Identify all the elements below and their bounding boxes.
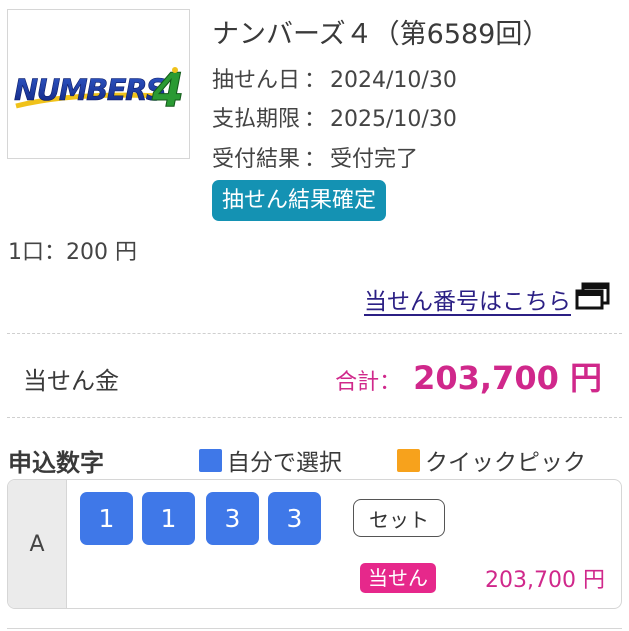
status-badge: 抽せん結果確定 — [212, 180, 387, 221]
separator: ： — [304, 107, 327, 132]
bet-type-badge: セット — [353, 499, 445, 537]
separator: ： — [304, 68, 327, 93]
payment-deadline-row: 支払期限： 2025/10/30 — [212, 101, 457, 133]
winning-numbers-link-label: 当せん番号はこちら — [364, 289, 571, 315]
divider — [7, 628, 622, 629]
legend-quick-pick-label: クイックピック — [425, 450, 586, 476]
numbers4-logo-icon: NUMBERS 4 — [14, 63, 185, 118]
separator: ： — [304, 147, 327, 172]
lottery-title: ナンバーズ４（第6589回） — [212, 19, 550, 50]
selected-digit: 3 — [206, 492, 259, 545]
divider — [7, 417, 622, 418]
prize-total: 合計： 203,700 円 — [335, 353, 602, 399]
legend-self-select: 自分で選択 — [199, 443, 342, 477]
selected-digit: 1 — [80, 492, 133, 545]
logo-digit: 4 — [151, 63, 184, 117]
prize-total-amount: 203,700 円 — [413, 359, 602, 397]
draw-date-label: 抽せん日 — [212, 68, 301, 93]
quick-pick-color-square-icon — [397, 448, 420, 472]
prize-label: 当せん金 — [23, 367, 119, 395]
reception-result-label: 受付結果 — [212, 147, 301, 172]
application-title: 申込数字 — [8, 449, 104, 477]
prize-total-label: 合計： — [335, 370, 402, 395]
draw-date-value: 2024/10/30 — [330, 68, 457, 93]
legend-quick-pick: クイックピック — [397, 443, 586, 477]
payment-deadline-value: 2025/10/30 — [330, 107, 457, 132]
reception-result-value: 受付完了 — [330, 147, 419, 172]
win-amount: 203,700 円 — [485, 568, 605, 593]
entry-row-label: A — [8, 480, 67, 608]
selected-digit: 1 — [142, 492, 195, 545]
divider — [7, 333, 622, 334]
self-select-color-square-icon — [199, 448, 222, 472]
winning-numbers-link[interactable]: 当せん番号はこちら — [364, 282, 611, 316]
logo-text: NUMBERS — [14, 73, 166, 107]
external-window-icon — [575, 282, 611, 316]
entry-row-a: A 1 1 3 3 セット 当せん 203,700 円 — [7, 479, 622, 609]
payment-deadline-label: 支払期限 — [212, 107, 301, 132]
selected-digit: 3 — [268, 492, 321, 545]
draw-date-row: 抽せん日： 2024/10/30 — [212, 62, 457, 94]
reception-result-row: 受付結果：受付完了 — [212, 141, 418, 173]
legend-self-select-label: 自分で選択 — [227, 450, 342, 476]
numbers4-logo: NUMBERS 4 — [7, 9, 190, 159]
win-badge: 当せん — [360, 563, 436, 593]
unit-price: 1口：200 円 — [8, 240, 137, 265]
